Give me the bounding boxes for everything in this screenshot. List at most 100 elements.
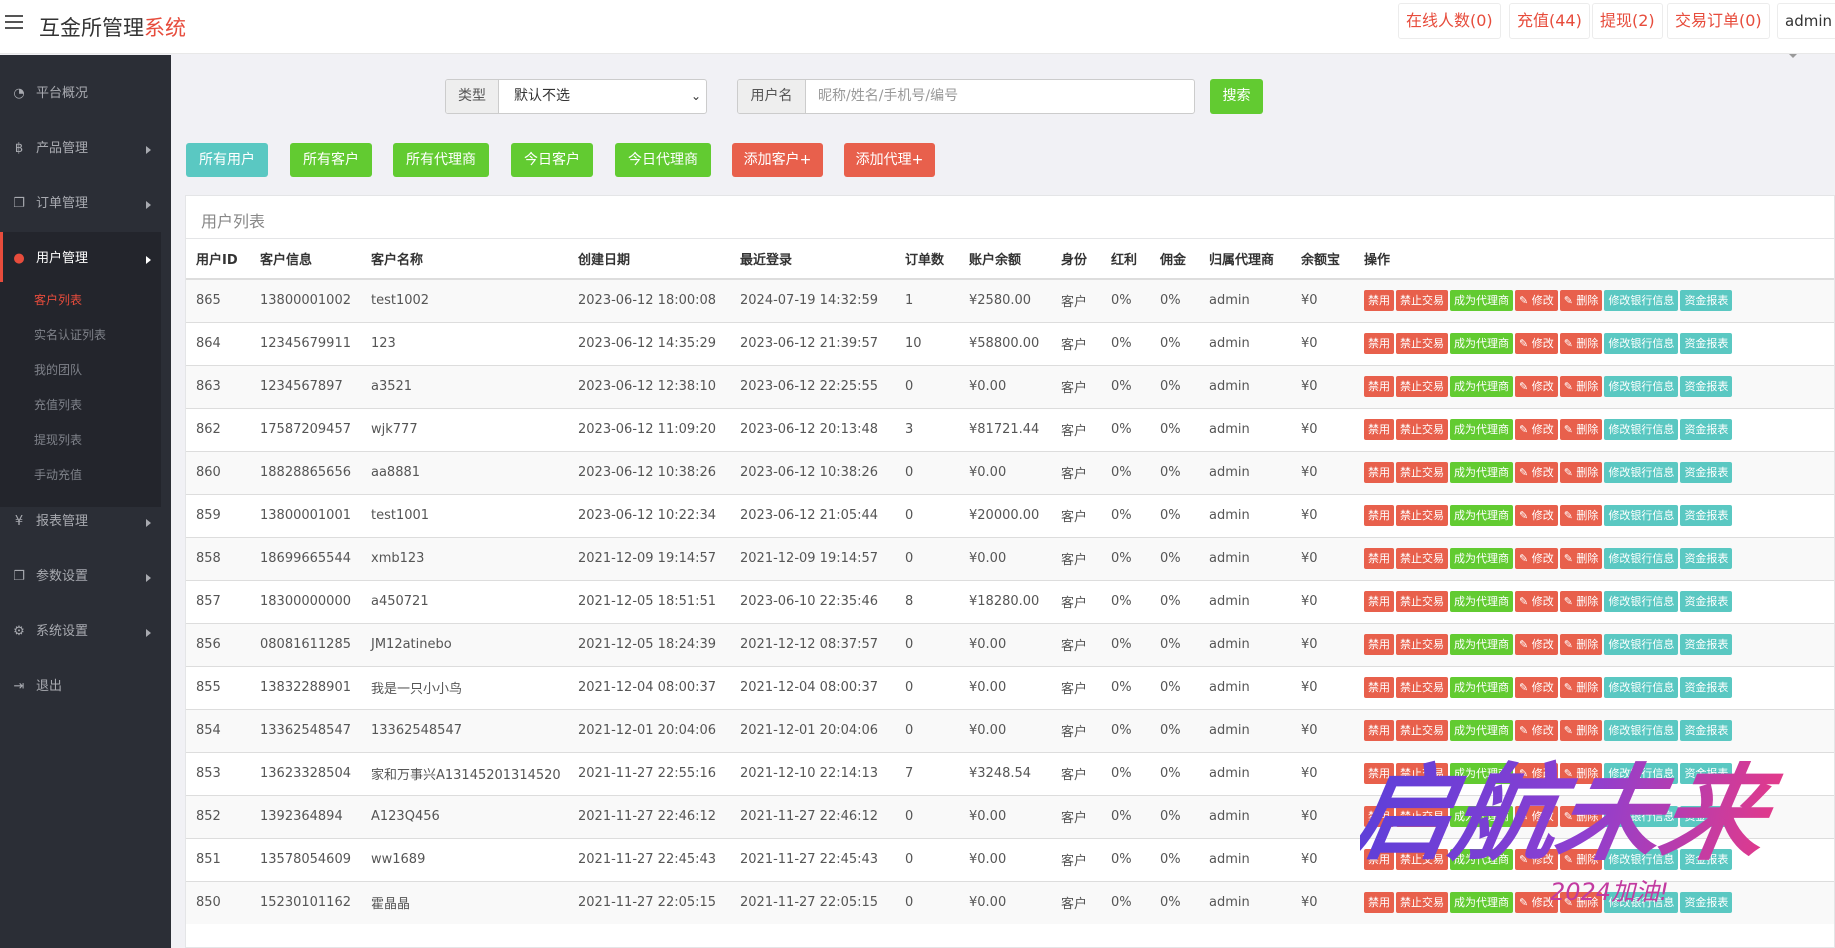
edit-bank-info-button[interactable]: 修改银行信息 xyxy=(1604,376,1679,397)
ban-trade-button[interactable]: 禁止交易 xyxy=(1396,419,1448,440)
fund-report-button[interactable]: 资金报表 xyxy=(1680,548,1733,569)
withdraw-count-button[interactable]: 提现(2) xyxy=(1592,3,1663,39)
delete-button[interactable]: ✎ 删除 xyxy=(1559,806,1603,827)
edit-button[interactable]: ✎ 修改 xyxy=(1515,333,1558,354)
disable-button[interactable]: 禁用 xyxy=(1364,462,1394,483)
make-agent-button[interactable]: 成为代理商 xyxy=(1450,677,1513,698)
edit-bank-info-button[interactable]: 修改银行信息 xyxy=(1604,849,1679,870)
ban-trade-button[interactable]: 禁止交易 xyxy=(1396,505,1448,526)
make-agent-button[interactable]: 成为代理商 xyxy=(1450,591,1513,612)
edit-button[interactable]: ✎ 修改 xyxy=(1515,892,1558,914)
delete-button[interactable]: ✎ 删除 xyxy=(1559,720,1603,741)
disable-button[interactable]: 禁用 xyxy=(1364,290,1394,312)
delete-button[interactable]: ✎ 删除 xyxy=(1559,892,1603,914)
fund-report-button[interactable]: 资金报表 xyxy=(1680,462,1733,483)
make-agent-button[interactable]: 成为代理商 xyxy=(1450,634,1513,655)
sidebar-item-logout[interactable]: ⇥ 退出 xyxy=(0,672,171,702)
make-agent-button[interactable]: 成为代理商 xyxy=(1450,763,1513,784)
ban-trade-button[interactable]: 禁止交易 xyxy=(1396,591,1448,612)
fund-report-button[interactable]: 资金报表 xyxy=(1680,634,1733,655)
fund-report-button[interactable]: 资金报表 xyxy=(1680,376,1733,397)
fund-report-button[interactable]: 资金报表 xyxy=(1680,763,1733,784)
fund-report-button[interactable]: 资金报表 xyxy=(1680,892,1733,914)
username-search-field[interactable]: 用户名 昵称/姓名/手机号/编号 xyxy=(737,79,1195,114)
search-button[interactable]: 搜索 xyxy=(1210,79,1263,114)
today-customers-button[interactable]: 今日客户 xyxy=(511,143,593,177)
fund-report-button[interactable]: 资金报表 xyxy=(1680,505,1733,526)
agent-name-cell[interactable]: admin xyxy=(1199,321,1291,365)
disable-button[interactable]: 禁用 xyxy=(1364,677,1394,698)
fund-report-button[interactable]: 资金报表 xyxy=(1680,677,1733,698)
delete-button[interactable]: ✎ 删除 xyxy=(1559,376,1603,397)
edit-bank-info-button[interactable]: 修改银行信息 xyxy=(1604,763,1679,784)
agent-name-cell[interactable]: admin xyxy=(1199,536,1291,580)
disable-button[interactable]: 禁用 xyxy=(1364,376,1394,397)
edit-bank-info-button[interactable]: 修改银行信息 xyxy=(1604,806,1679,827)
edit-bank-info-button[interactable]: 修改银行信息 xyxy=(1604,591,1679,612)
ban-trade-button[interactable]: 禁止交易 xyxy=(1396,892,1448,914)
fund-report-button[interactable]: 资金报表 xyxy=(1680,806,1733,827)
delete-button[interactable]: ✎ 删除 xyxy=(1559,419,1603,440)
online-count-button[interactable]: 在线人数(0) xyxy=(1398,3,1501,39)
edit-button[interactable]: ✎ 修改 xyxy=(1515,419,1558,440)
make-agent-button[interactable]: 成为代理商 xyxy=(1450,548,1513,569)
ban-trade-button[interactable]: 禁止交易 xyxy=(1396,763,1448,784)
all-users-button[interactable]: 所有用户 xyxy=(186,143,268,177)
ban-trade-button[interactable]: 禁止交易 xyxy=(1396,290,1448,312)
sidebar-item-overview[interactable]: ◔ 平台概况 xyxy=(0,79,171,109)
delete-button[interactable]: ✎ 删除 xyxy=(1559,591,1603,612)
sidebar-subitem-customer-list[interactable]: 客户列表 xyxy=(34,289,82,311)
edit-bank-info-button[interactable]: 修改银行信息 xyxy=(1604,419,1679,440)
sidebar-subitem-my-team[interactable]: 我的团队 xyxy=(34,359,82,381)
sidebar-item-users[interactable]: ● 用户管理 xyxy=(0,244,171,274)
edit-button[interactable]: ✎ 修改 xyxy=(1515,849,1558,870)
make-agent-button[interactable]: 成为代理商 xyxy=(1450,892,1513,914)
agent-name-cell[interactable]: admin xyxy=(1199,751,1291,795)
sidebar-item-reports[interactable]: ¥ 报表管理 xyxy=(0,507,171,537)
make-agent-button[interactable]: 成为代理商 xyxy=(1450,376,1513,397)
sidebar-subitem-recharge-list[interactable]: 充值列表 xyxy=(34,394,82,416)
sidebar-item-products[interactable]: ฿ 产品管理 xyxy=(0,134,171,164)
edit-button[interactable]: ✎ 修改 xyxy=(1515,720,1558,741)
make-agent-button[interactable]: 成为代理商 xyxy=(1450,290,1513,312)
edit-button[interactable]: ✎ 修改 xyxy=(1515,548,1558,569)
disable-button[interactable]: 禁用 xyxy=(1364,333,1394,354)
edit-bank-info-button[interactable]: 修改银行信息 xyxy=(1604,634,1679,655)
fund-report-button[interactable]: 资金报表 xyxy=(1680,591,1733,612)
make-agent-button[interactable]: 成为代理商 xyxy=(1450,505,1513,526)
ban-trade-button[interactable]: 禁止交易 xyxy=(1396,849,1448,870)
ban-trade-button[interactable]: 禁止交易 xyxy=(1396,720,1448,741)
delete-button[interactable]: ✎ 删除 xyxy=(1559,333,1603,354)
edit-button[interactable]: ✎ 修改 xyxy=(1515,505,1558,526)
agent-name-cell[interactable]: admin xyxy=(1199,278,1291,322)
agent-name-cell[interactable]: admin xyxy=(1199,708,1291,752)
make-agent-button[interactable]: 成为代理商 xyxy=(1450,419,1513,440)
delete-button[interactable]: ✎ 删除 xyxy=(1559,849,1603,870)
ban-trade-button[interactable]: 禁止交易 xyxy=(1396,548,1448,569)
disable-button[interactable]: 禁用 xyxy=(1364,763,1394,784)
ban-trade-button[interactable]: 禁止交易 xyxy=(1396,634,1448,655)
agent-name-cell[interactable]: admin xyxy=(1199,407,1291,451)
edit-bank-info-button[interactable]: 修改银行信息 xyxy=(1604,505,1679,526)
delete-button[interactable]: ✎ 删除 xyxy=(1559,548,1603,569)
ban-trade-button[interactable]: 禁止交易 xyxy=(1396,376,1448,397)
sidebar-item-orders[interactable]: ❐ 订单管理 xyxy=(0,189,171,219)
recharge-count-button[interactable]: 充值(44) xyxy=(1509,3,1590,39)
edit-button[interactable]: ✎ 修改 xyxy=(1515,290,1558,312)
edit-button[interactable]: ✎ 修改 xyxy=(1515,591,1558,612)
sidebar-subitem-manual-recharge[interactable]: 手动充值 xyxy=(34,464,82,486)
fund-report-button[interactable]: 资金报表 xyxy=(1680,419,1733,440)
ban-trade-button[interactable]: 禁止交易 xyxy=(1396,462,1448,483)
all-agents-button[interactable]: 所有代理商 xyxy=(393,143,489,177)
add-customer-button[interactable]: 添加客户+ xyxy=(732,143,823,177)
disable-button[interactable]: 禁用 xyxy=(1364,806,1394,827)
delete-button[interactable]: ✎ 删除 xyxy=(1559,677,1603,698)
disable-button[interactable]: 禁用 xyxy=(1364,634,1394,655)
disable-button[interactable]: 禁用 xyxy=(1364,892,1394,914)
delete-button[interactable]: ✎ 删除 xyxy=(1559,290,1603,312)
fund-report-button[interactable]: 资金报表 xyxy=(1680,720,1733,741)
edit-button[interactable]: ✎ 修改 xyxy=(1515,376,1558,397)
edit-button[interactable]: ✎ 修改 xyxy=(1515,677,1558,698)
sidebar-subitem-withdraw-list[interactable]: 提现列表 xyxy=(34,429,82,451)
edit-bank-info-button[interactable]: 修改银行信息 xyxy=(1604,677,1679,698)
